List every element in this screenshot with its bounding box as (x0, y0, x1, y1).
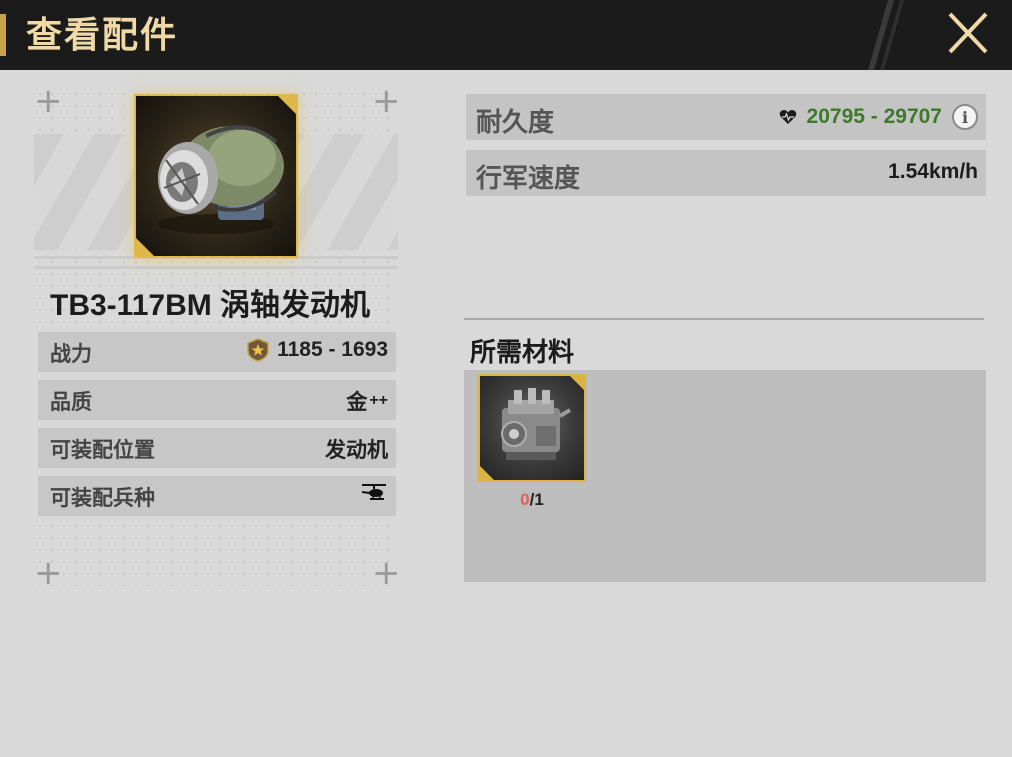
item-panel-line (34, 266, 398, 269)
stat-label: 可装配兵种 (50, 487, 155, 510)
stat-row-slot: 可装配位置 发动机 (38, 428, 396, 468)
helicopter-icon (361, 484, 386, 500)
quality-plus: ++ (369, 392, 388, 409)
material-have: 0 (520, 490, 530, 509)
stat-row-power: 战力 1185 - 1693 (38, 332, 396, 372)
item-name: TB3-117BM 涡轴发动机 (50, 289, 371, 322)
durability-value: 20795 - 29707 (806, 105, 942, 128)
close-icon[interactable] (940, 6, 996, 62)
attribute-row-march-speed: 行军速度 1.54km/h (466, 150, 986, 196)
engine-block-image (501, 388, 572, 460)
stat-row-unit-type: 可装配兵种 (38, 476, 396, 516)
material-slot[interactable] (478, 374, 586, 482)
corner-cross-icon: + (34, 553, 63, 593)
attribute-label: 耐久度 (476, 107, 555, 137)
materials-title: 所需材料 (470, 337, 575, 367)
power-badge-icon (247, 338, 269, 362)
corner-cross-icon: + (372, 81, 401, 121)
corner-cross-icon: + (34, 81, 63, 121)
attribute-label: 行军速度 (476, 163, 581, 193)
corner-cross-icon: + (372, 553, 401, 593)
power-value: 1185 - 1693 (277, 338, 388, 361)
material-count: 0/1 (478, 490, 586, 510)
quality-value: 金 (346, 391, 368, 414)
rarity-corner (278, 96, 296, 114)
stat-label: 品质 (50, 391, 92, 414)
info-icon[interactable]: i (952, 104, 978, 130)
march-speed-value: 1.54km/h (888, 160, 978, 183)
header-slash-decoration (868, 0, 904, 70)
slot-value: 发动机 (325, 439, 388, 462)
header-bar: 查看配件 (0, 0, 1012, 70)
section-divider (464, 318, 984, 320)
heart-icon (779, 110, 796, 124)
material-need: /1 (529, 490, 544, 509)
stat-row-quality: 品质 金 ++ (38, 380, 396, 420)
stat-label: 可装配位置 (50, 439, 155, 462)
rarity-corner (136, 238, 154, 256)
rarity-corner (480, 466, 494, 480)
stat-label: 战力 (50, 343, 92, 366)
header-accent-bar (0, 14, 6, 56)
attribute-row-durability: 耐久度 20795 - 29707 i (466, 94, 986, 140)
page-title: 查看配件 (26, 14, 179, 55)
turboshaft-engine-image (158, 125, 284, 234)
rarity-corner (570, 376, 584, 390)
item-card (134, 94, 298, 258)
